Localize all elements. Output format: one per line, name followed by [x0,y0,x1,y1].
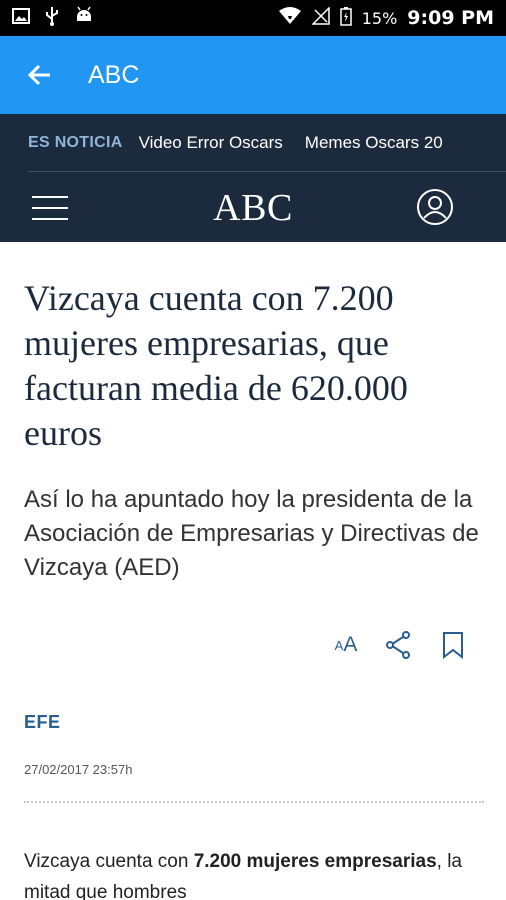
font-size-small-label: A [334,637,344,653]
trending-bar: ES NOTICIA Video Error Oscars Memes Osca… [28,114,506,172]
no-sim-icon [310,5,330,30]
article-date: 27/02/2017 23:57h [24,762,133,777]
article-body: Vizcaya cuenta con 7.200 mujeres empresa… [24,846,494,900]
back-arrow-icon[interactable] [26,61,54,89]
status-bar: 15% 9:09 PM [0,0,506,36]
trending-link[interactable]: Video Error Oscars [139,133,283,153]
bookmark-icon[interactable] [439,628,467,662]
article-subtitle: Así lo ha apuntado hoy la presidenta de … [24,486,479,581]
site-header: ES NOTICIA Video Error Oscars Memes Osca… [0,114,506,242]
body-text-bold: 7.200 mujeres empresarias [193,851,437,872]
divider [24,801,484,803]
body-text-start: Vizcaya cuenta con [24,851,194,872]
status-right: 15% 9:09 PM [278,5,494,31]
font-size-big-label: A [343,633,358,656]
app-title: ABC [88,60,140,89]
app-bar: ABC [0,36,506,114]
nav-row: ABC [0,172,506,242]
article-author[interactable]: EFE [24,712,61,733]
battery-icon [339,6,352,31]
trending-link[interactable]: Memes Oscars 20 [305,133,443,153]
share-icon[interactable] [384,628,412,662]
trending-label: ES NOTICIA [28,133,123,151]
user-account-icon[interactable] [416,188,454,226]
wifi-icon [278,6,302,30]
android-icon [74,6,94,30]
battery-level: 15% [361,8,398,28]
article-actions: AA [0,628,506,664]
font-size-button[interactable]: AA [330,628,362,662]
article-headline: Vizcaya cuenta con 7.200 mujeres empresa… [24,278,408,453]
usb-icon [44,6,60,30]
status-left-icons [12,6,94,30]
image-icon [12,7,30,29]
clock: 9:09 PM [407,7,494,29]
